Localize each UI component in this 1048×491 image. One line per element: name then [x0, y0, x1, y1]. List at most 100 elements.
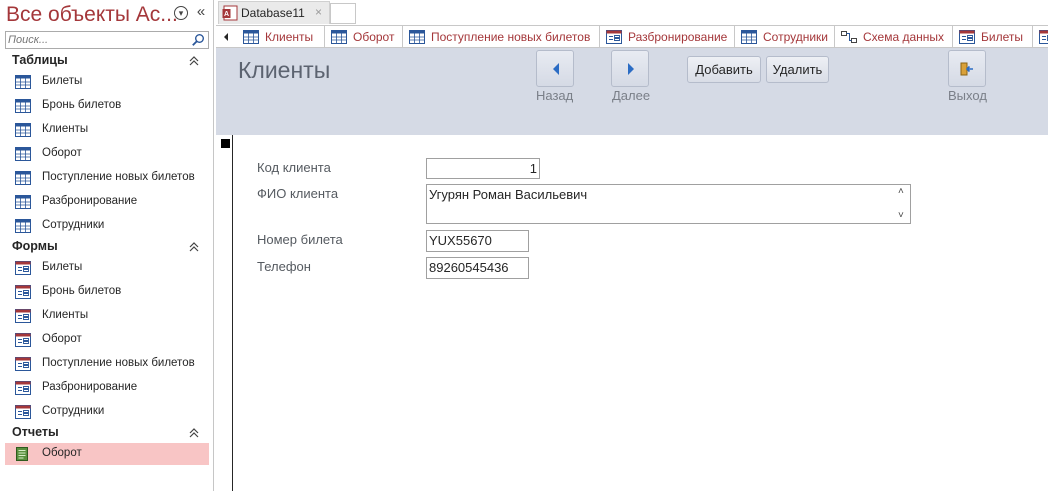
nav-group-label: Формы	[12, 239, 58, 253]
tab-label: Клиенты	[265, 30, 314, 44]
tab-klienty[interactable]: Клиенты	[237, 26, 325, 47]
exit-icon	[960, 62, 973, 76]
table-icon	[15, 123, 31, 137]
phone-field[interactable]: 89260545436	[426, 257, 529, 279]
nav-pane-collapse-icon[interactable]: «	[193, 3, 209, 21]
nav-item-label: Разбронирование	[42, 195, 138, 207]
next-button[interactable]	[611, 50, 649, 87]
delete-record-button[interactable]: Удалить	[766, 56, 829, 83]
nav-item-form-bron[interactable]: Бронь билетов	[5, 281, 209, 303]
nav-group-tables[interactable]: Таблицы	[0, 52, 214, 70]
tab-label: Оборот	[353, 30, 395, 44]
tab-postuplenie[interactable]: Поступление новых билетов	[403, 26, 600, 47]
next-button-label: Далее	[612, 88, 651, 103]
ticket-number-label: Номер билета	[257, 232, 343, 247]
scroll-up-icon[interactable]: ˄	[898, 187, 908, 197]
scroll-down-icon[interactable]: ˅	[898, 211, 908, 221]
nav-item-table-oborot[interactable]: Оборот	[5, 143, 209, 165]
nav-item-label: Поступление новых билетов	[42, 357, 195, 369]
nav-search-box[interactable]	[5, 31, 209, 49]
form-title: Клиенты	[238, 57, 331, 83]
ticket-number-field[interactable]: YUX55670	[426, 230, 529, 252]
tab-label: Поступление новых билетов	[431, 30, 591, 44]
nav-item-table-sotrudniki[interactable]: Сотрудники	[5, 215, 209, 237]
record-selector[interactable]	[216, 135, 233, 491]
nav-item-form-postuplenie[interactable]: Поступление новых билетов	[5, 353, 209, 375]
search-icon[interactable]	[191, 33, 206, 47]
object-tab-row: Клиенты Оборот Поступление новых билетов…	[216, 25, 1048, 48]
nav-item-table-klienty[interactable]: Клиенты	[5, 119, 209, 141]
nav-item-table-bron[interactable]: Бронь билетов	[5, 95, 209, 117]
chevron-up-icon[interactable]	[188, 426, 200, 440]
chevron-up-icon[interactable]	[188, 54, 200, 68]
nav-group-label: Отчеты	[12, 425, 59, 439]
table-icon	[15, 147, 31, 161]
navigation-pane: Все объекты Ac... ▾ « Таблицы Билеты Бро…	[0, 0, 214, 491]
exit-button-label: Выход	[948, 88, 987, 103]
nav-pane-title[interactable]: Все объекты Ac...	[6, 3, 178, 27]
nav-item-form-sotrudniki[interactable]: Сотрудники	[5, 401, 209, 423]
tab-scroll-left-icon[interactable]	[216, 26, 236, 48]
nav-item-label: Сотрудники	[42, 405, 105, 417]
form-icon	[15, 381, 31, 395]
relationships-icon	[841, 31, 857, 43]
nav-item-form-bilety[interactable]: Билеты	[5, 257, 209, 279]
form-icon	[15, 357, 31, 371]
nav-group-reports[interactable]: Отчеты	[0, 424, 214, 442]
nav-item-label: Разбронирование	[42, 381, 138, 393]
access-database-icon: A	[222, 5, 238, 21]
nav-item-label: Оборот	[42, 147, 82, 159]
form-detail: Код клиента 1 ФИО клиента Угурян Роман В…	[216, 135, 1048, 491]
table-icon	[15, 195, 31, 209]
nav-item-table-postuplenie[interactable]: Поступление новых билетов	[5, 167, 209, 189]
tab-label: Схема данных	[863, 30, 945, 44]
form-icon	[959, 30, 975, 44]
client-id-field[interactable]: 1	[426, 158, 540, 179]
back-button[interactable]	[536, 50, 574, 87]
nav-item-label: Клиенты	[42, 309, 89, 321]
nav-item-form-klienty[interactable]: Клиенты	[5, 305, 209, 327]
tab-skhema-dannykh[interactable]: Схема данных	[835, 26, 953, 47]
nav-item-label: Оборот	[42, 447, 82, 459]
tab-overflow[interactable]	[1033, 26, 1048, 47]
close-icon[interactable]: ×	[315, 5, 322, 19]
nav-group-forms[interactable]: Формы	[0, 238, 214, 256]
table-icon	[15, 219, 31, 233]
nav-item-form-oborot[interactable]: Оборот	[5, 329, 209, 351]
edit-record-icon	[221, 139, 230, 148]
table-icon	[243, 30, 259, 44]
new-tab-button[interactable]	[330, 3, 356, 24]
form-icon	[15, 261, 31, 275]
table-icon	[409, 30, 425, 44]
client-name-field[interactable]: Угурян Роман Васильевич ˄ ˅	[426, 184, 911, 224]
form-header: Клиенты Назад Далее Добавить Удалить Вых…	[216, 48, 1048, 135]
arrow-left-icon	[553, 63, 559, 75]
tab-oborot[interactable]: Оборот	[325, 26, 403, 47]
nav-item-table-bilety[interactable]: Билеты	[5, 71, 209, 93]
tab-bilety[interactable]: Билеты	[953, 26, 1033, 47]
client-name-label: ФИО клиента	[257, 186, 339, 201]
tab-razbronirovanie[interactable]: Разбронирование	[600, 26, 735, 47]
tab-label: Разбронирование	[628, 30, 728, 44]
nav-item-report-oborot[interactable]: Оборот	[5, 443, 209, 465]
database-tab[interactable]: A Database11 ×	[218, 1, 330, 24]
add-record-button[interactable]: Добавить	[687, 56, 761, 83]
database-tab-label: Database11	[241, 6, 305, 20]
tab-label: Сотрудники	[763, 30, 828, 44]
nav-item-table-razbron[interactable]: Разбронирование	[5, 191, 209, 213]
table-icon	[15, 75, 31, 89]
nav-pane-menu-icon[interactable]: ▾	[174, 6, 188, 20]
nav-item-label: Бронь билетов	[42, 99, 122, 111]
svg-text:A: A	[224, 11, 229, 18]
search-input[interactable]	[6, 32, 190, 48]
form-icon	[15, 309, 31, 323]
chevron-up-icon[interactable]	[188, 240, 200, 254]
exit-button[interactable]	[948, 50, 986, 87]
client-id-label: Код клиента	[257, 160, 331, 175]
nav-item-label: Билеты	[42, 75, 83, 87]
tab-sotrudniki[interactable]: Сотрудники	[735, 26, 835, 47]
report-icon	[16, 447, 28, 461]
form-icon	[606, 30, 622, 44]
nav-item-form-razbron[interactable]: Разбронирование	[5, 377, 209, 399]
nav-pane-header: Все объекты Ac... ▾ «	[0, 0, 214, 30]
